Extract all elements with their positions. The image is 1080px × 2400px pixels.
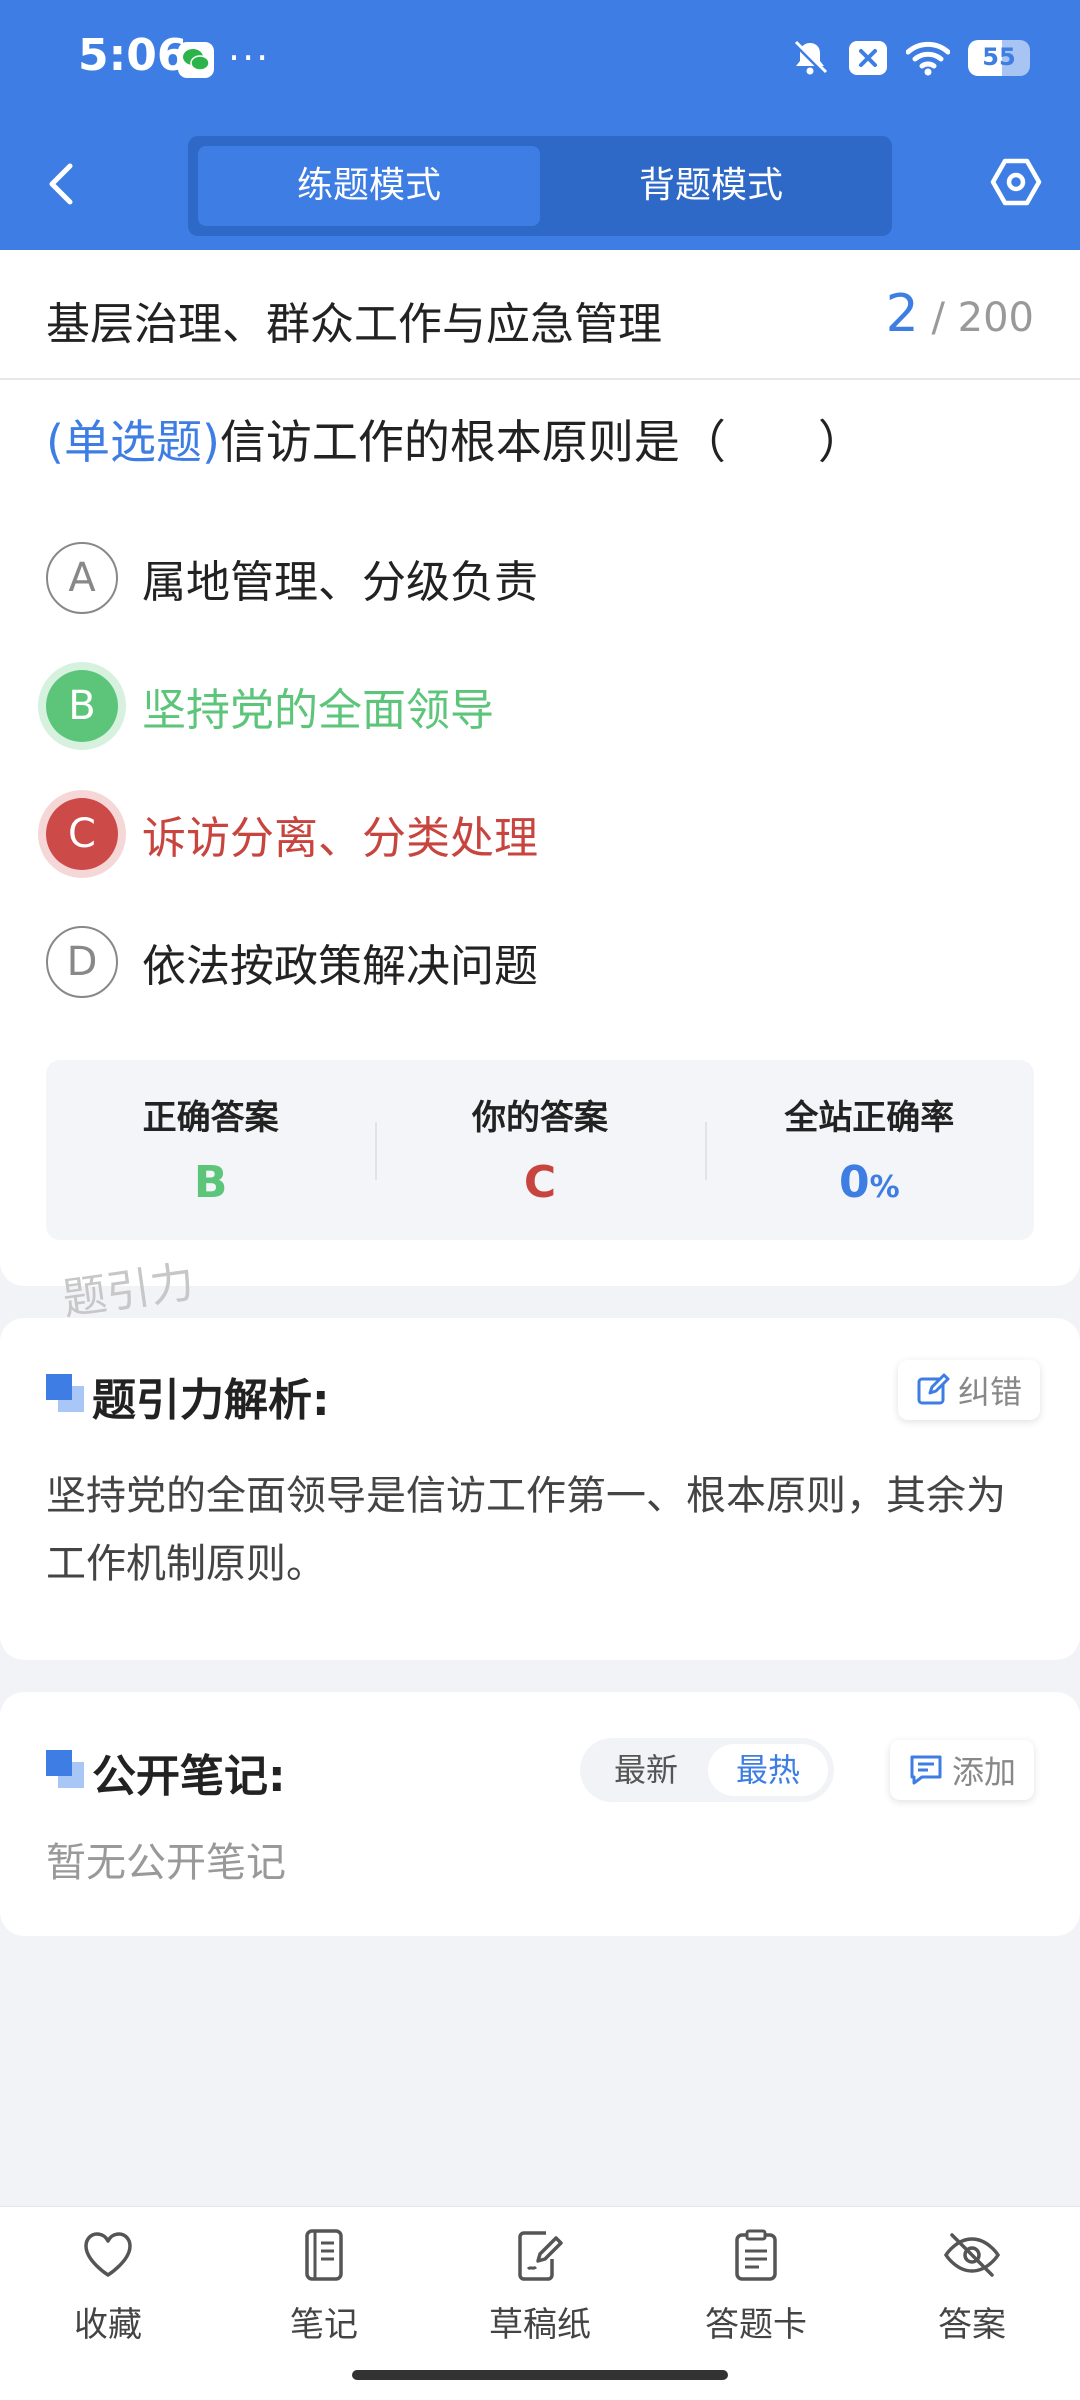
answer-stats: 正确答案 B 你的答案 C 全站正确率 0% (46, 1060, 1034, 1240)
comment-icon (910, 1755, 942, 1785)
tab-memorize-mode[interactable]: 背题模式 (540, 146, 882, 226)
notes-button[interactable]: 笔记 (244, 2227, 404, 2346)
stat-accuracy-rate: 全站正确率 0% (704, 1060, 1034, 1240)
sort-newest[interactable]: 最新 (586, 1744, 706, 1796)
status-time: 5:06 (78, 30, 188, 81)
stat-label: 你的答案 (471, 1098, 608, 1138)
question-card: 基层治理、群众工作与应急管理 2 / 200 (单选题)信访工作的根本原则是（ … (0, 250, 1080, 1286)
report-error-label: 纠错 (958, 1373, 1023, 1411)
settings-hex-icon (990, 158, 1042, 206)
battery-icon: 55 (968, 40, 1030, 76)
stat-correct-answer: 正确答案 B (46, 1060, 375, 1240)
stat-value: 0% (705, 1157, 1034, 1208)
option-a[interactable]: A 属地管理、分级负责 (46, 540, 538, 616)
question-type: (单选题) (46, 415, 220, 469)
draft-paper-button[interactable]: 草稿纸 (460, 2227, 620, 2346)
chapter-title: 基层治理、群众工作与应急管理 (46, 299, 662, 350)
stat-value: C (523, 1157, 557, 1208)
question-progress: 2 / 200 (886, 284, 1034, 344)
section-squares-icon (46, 1750, 84, 1788)
analysis-title: 题引力解析: (92, 1375, 330, 1426)
option-text: 诉访分离、分类处理 (142, 813, 538, 864)
show-answer-label: 答案 (938, 2305, 1006, 2345)
notes-label: 笔记 (290, 2305, 358, 2345)
add-note-button[interactable]: 添加 (890, 1740, 1035, 1800)
answer-sheet-label: 答题卡 (705, 2305, 807, 2345)
mode-switch: 练题模式 背题模式 (188, 136, 892, 236)
answer-sheet-icon (735, 2229, 777, 2281)
analysis-card: 题引力解析: 纠错 坚持党的全面领导是信访工作第一、根本原则，其余为工作机制原则… (0, 1318, 1080, 1660)
stat-value: B (193, 1157, 228, 1208)
top-header: 5:06 ··· 55 练题模式 背题模式 (0, 0, 1080, 250)
section-squares-icon (46, 1374, 84, 1412)
chevron-left-icon (49, 163, 73, 205)
option-text: 坚持党的全面领导 (142, 685, 494, 736)
tab-practice-mode[interactable]: 练题模式 (198, 146, 540, 226)
public-notes-card: 公开笔记: 最新 最热 添加 暂无公开笔记 (0, 1692, 1080, 1936)
notes-sort-toggle: 最新 最热 (580, 1738, 834, 1802)
empty-notes-text: 暂无公开笔记 (46, 1840, 286, 1886)
draft-paper-label: 草稿纸 (489, 2305, 591, 2345)
option-letter: C (46, 798, 118, 870)
stat-your-answer: 你的答案 C (375, 1060, 704, 1240)
progress-total: / 200 (931, 295, 1034, 341)
favorite-button[interactable]: 收藏 (28, 2227, 188, 2346)
question-stem: (单选题)信访工作的根本原则是（ ） (46, 406, 864, 472)
answer-sheet-button[interactable]: 答题卡 (676, 2227, 836, 2346)
more-notifications-icon: ··· (228, 36, 271, 80)
analysis-text: 坚持党的全面领导是信访工作第一、根本原则，其余为工作机制原则。 (46, 1473, 1006, 1587)
stat-label: 全站正确率 (784, 1098, 955, 1138)
edit-icon (917, 1373, 950, 1405)
option-b[interactable]: B 坚持党的全面领导 (46, 668, 494, 744)
option-text: 属地管理、分级负责 (142, 557, 538, 608)
wechat-icon (178, 42, 214, 78)
home-indicator[interactable] (352, 2370, 728, 2380)
heart-icon (84, 2232, 132, 2277)
add-note-label: 添加 (952, 1753, 1017, 1791)
notebook-icon (305, 2229, 343, 2281)
sort-hottest[interactable]: 最热 (708, 1744, 828, 1796)
option-d[interactable]: D 依法按政策解决问题 (46, 924, 538, 1000)
option-letter: B (46, 670, 118, 742)
favorite-label: 收藏 (74, 2305, 142, 2345)
report-error-button[interactable]: 纠错 (898, 1360, 1041, 1420)
rate-unit: % (869, 1170, 900, 1205)
battery-percent: 55 (982, 43, 1016, 71)
show-answer-button[interactable]: 答案 (892, 2227, 1052, 2346)
eye-off-icon (943, 2233, 1001, 2277)
option-text: 依法按政策解决问题 (142, 941, 538, 992)
option-c[interactable]: C 诉访分离、分类处理 (46, 796, 538, 872)
rate-number: 0 (838, 1157, 870, 1208)
bell-off-icon (793, 40, 828, 75)
divider (0, 378, 1080, 380)
close-box-icon (849, 41, 887, 75)
settings-button[interactable] (990, 156, 1042, 208)
option-letter: D (46, 926, 118, 998)
option-letter: A (46, 542, 118, 614)
question-text: 信访工作的根本原则是（ ） (219, 415, 864, 469)
draft-paper-icon (518, 2231, 563, 2281)
notes-title: 公开笔记: (92, 1751, 286, 1802)
status-icons: 55 (790, 36, 1030, 80)
wifi-icon (906, 41, 950, 76)
stat-label: 正确答案 (142, 1098, 279, 1138)
progress-current: 2 (885, 284, 919, 344)
back-button[interactable] (40, 158, 88, 210)
status-bar: 5:06 ··· 55 (0, 0, 1080, 120)
